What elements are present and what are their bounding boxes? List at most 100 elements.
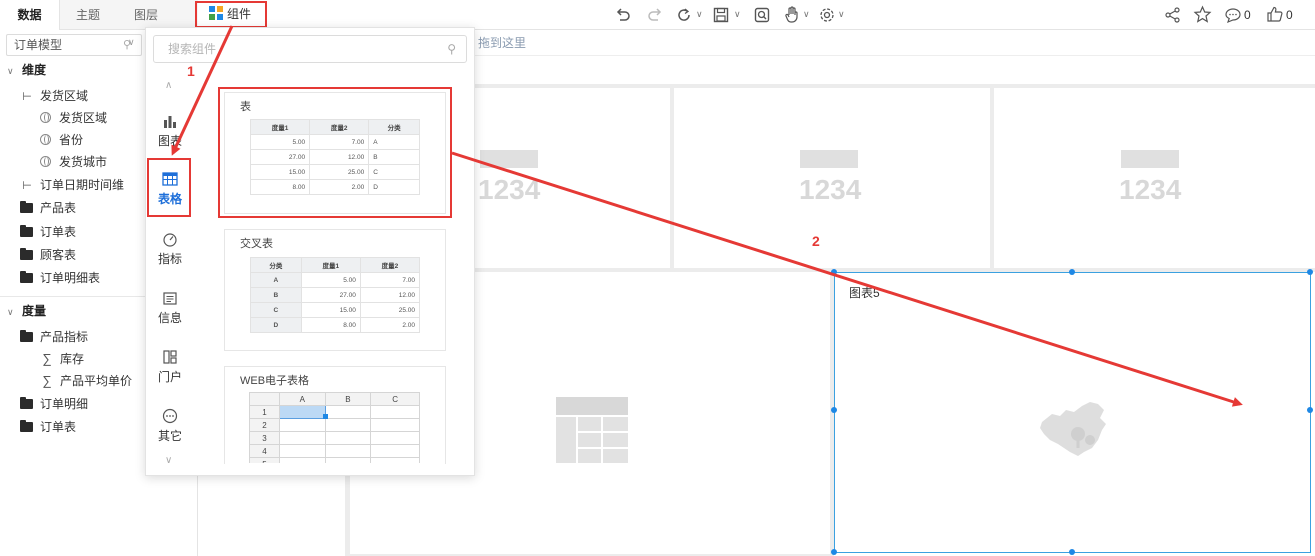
tree-item[interactable]: 顾客表 bbox=[20, 244, 76, 266]
table-cell: 7.00 bbox=[359, 272, 421, 288]
kpi-placeholder-bar bbox=[1121, 150, 1179, 168]
table-cell: 2.00 bbox=[309, 179, 370, 195]
tree-item[interactable]: ⊢ 发货区域 bbox=[20, 85, 88, 107]
category-label: 其它 bbox=[157, 429, 182, 443]
table-cell: 27.00 bbox=[249, 149, 311, 165]
resize-handle[interactable] bbox=[831, 269, 837, 275]
table-cell: 25.00 bbox=[359, 302, 421, 318]
tree-item-label: 订单日期时间维 bbox=[40, 178, 125, 192]
sum-icon: ∑ bbox=[42, 373, 52, 388]
table-cell: D bbox=[368, 179, 420, 195]
redo-icon[interactable] bbox=[646, 6, 664, 24]
table-cell: 2.00 bbox=[359, 317, 421, 333]
hand-dropdown-icon[interactable]: ∨ bbox=[803, 9, 810, 20]
drop-hint: 拖到这里 bbox=[478, 36, 527, 50]
tree-item[interactable]: 订单明细 bbox=[20, 393, 88, 415]
settings-dropdown-icon[interactable]: ∨ bbox=[838, 9, 845, 20]
refresh-dropdown-icon[interactable]: ∨ bbox=[696, 9, 703, 20]
category-portal[interactable]: 门户 bbox=[146, 348, 194, 385]
tab-layer[interactable]: 图层 bbox=[118, 0, 174, 30]
resize-handle[interactable] bbox=[1307, 269, 1313, 275]
chart-title: 图表5 bbox=[849, 286, 880, 300]
tree-item[interactable]: 产品表 bbox=[20, 197, 76, 219]
component-button[interactable]: 组件 bbox=[195, 1, 267, 28]
comment-count: 0 bbox=[1244, 8, 1251, 22]
card-title: WEB电子表格 bbox=[240, 375, 310, 387]
kpi-placeholder-bar bbox=[480, 150, 538, 168]
search-icon[interactable]: ⚲ bbox=[447, 36, 456, 62]
tree-item[interactable]: 订单表 bbox=[20, 416, 76, 438]
card-title: 表 bbox=[240, 101, 251, 113]
category-info[interactable]: 信息 bbox=[146, 289, 194, 326]
measure-section-header[interactable]: ∨ 度量 bbox=[7, 301, 147, 321]
category-chart[interactable]: 图表 bbox=[146, 112, 194, 149]
kpi-widget[interactable]: 1234 bbox=[674, 88, 990, 268]
tree-item-label: 发货区域 bbox=[59, 111, 108, 125]
table-cell: C bbox=[368, 164, 420, 180]
category-metric[interactable]: 指标 bbox=[146, 230, 194, 267]
tab-theme[interactable]: 主题 bbox=[60, 0, 116, 30]
table-header: 分类 bbox=[250, 257, 302, 273]
resize-handle[interactable] bbox=[831, 549, 837, 555]
preview-icon[interactable] bbox=[753, 6, 771, 24]
tree-item-label: 订单表 bbox=[40, 225, 77, 239]
tree-item[interactable]: 发货区域 bbox=[40, 107, 107, 129]
model-select[interactable]: 订单模型 ⚲ bbox=[6, 34, 142, 56]
tree-item[interactable]: 产品指标 bbox=[20, 326, 88, 348]
table-header: 度量2 bbox=[309, 119, 370, 135]
star-icon[interactable] bbox=[1193, 5, 1212, 24]
kpi-value: 1234 bbox=[478, 174, 541, 205]
table-header: 度量1 bbox=[249, 119, 311, 135]
save-icon[interactable] bbox=[712, 6, 730, 24]
table-cell: B bbox=[368, 149, 420, 165]
hand-icon[interactable] bbox=[783, 5, 801, 24]
tab-data[interactable]: 数据 bbox=[0, 0, 60, 30]
tree-item[interactable]: 发货城市 bbox=[40, 151, 107, 173]
measure-title: 度量 bbox=[21, 304, 46, 318]
comment-icon[interactable] bbox=[1224, 6, 1242, 24]
resize-handle[interactable] bbox=[831, 407, 837, 413]
row-header: 4 bbox=[249, 444, 280, 458]
crosstab-preview: 分类 度量1 度量2 A 5.00 7.00 B 27.00 12.00 C 15.00 25.… bbox=[250, 257, 421, 333]
tree-item[interactable]: ∑ 库存 bbox=[40, 348, 84, 370]
kpi-widget[interactable]: 1234 bbox=[994, 88, 1315, 268]
table-cell: 15.00 bbox=[300, 302, 361, 318]
settings-icon[interactable] bbox=[818, 6, 836, 24]
category-label: 门户 bbox=[157, 370, 182, 384]
tree-item[interactable]: ∑ 产品平均单价 bbox=[40, 370, 132, 392]
row-header: 2 bbox=[249, 418, 280, 432]
scroll-down-icon[interactable]: ∨ bbox=[165, 455, 172, 466]
refresh-icon[interactable] bbox=[675, 6, 693, 24]
table-cell: 12.00 bbox=[309, 149, 370, 165]
scroll-up-icon[interactable]: ∧ bbox=[165, 80, 172, 91]
tree-item[interactable]: 订单明细表 bbox=[20, 267, 100, 289]
share-icon[interactable] bbox=[1164, 6, 1182, 24]
resize-handle[interactable] bbox=[1307, 407, 1313, 413]
undo-icon[interactable] bbox=[614, 6, 632, 24]
component-search-input[interactable]: 搜索组件 ⚲ bbox=[153, 35, 467, 63]
category-table-content[interactable]: 表格 bbox=[146, 170, 194, 207]
row-header: D bbox=[250, 317, 302, 333]
table-cell: 5.00 bbox=[249, 134, 311, 150]
save-dropdown-icon[interactable]: ∨ bbox=[734, 9, 741, 20]
globe-icon bbox=[40, 134, 51, 145]
row-header: C bbox=[250, 302, 302, 318]
portal-icon bbox=[163, 350, 177, 364]
table-header: 度量1 bbox=[300, 257, 361, 273]
tree-item[interactable]: ⊢ 订单日期时间维 bbox=[20, 174, 124, 196]
table-cell: 8.00 bbox=[249, 179, 311, 195]
like-count: 0 bbox=[1286, 8, 1293, 22]
category-other[interactable]: 其它 bbox=[146, 407, 194, 444]
folder-icon bbox=[20, 271, 33, 283]
dimension-section-header[interactable]: ∨ 维度 bbox=[7, 60, 147, 80]
like-icon[interactable] bbox=[1266, 5, 1284, 23]
collapse-icon[interactable]: ∨ bbox=[7, 307, 14, 317]
resize-handle[interactable] bbox=[1069, 269, 1075, 275]
spreadsheet-preview: ABC 1 2 3 4 5 bbox=[249, 392, 421, 463]
tree-item[interactable]: 省份 bbox=[40, 129, 83, 151]
tree-item[interactable]: 订单表 bbox=[20, 221, 76, 243]
collapse-icon[interactable]: ∨ bbox=[7, 66, 14, 76]
sum-icon: ∑ bbox=[42, 351, 52, 366]
resize-handle[interactable] bbox=[1069, 549, 1075, 555]
model-dropdown-icon[interactable]: ∨ bbox=[128, 37, 135, 48]
